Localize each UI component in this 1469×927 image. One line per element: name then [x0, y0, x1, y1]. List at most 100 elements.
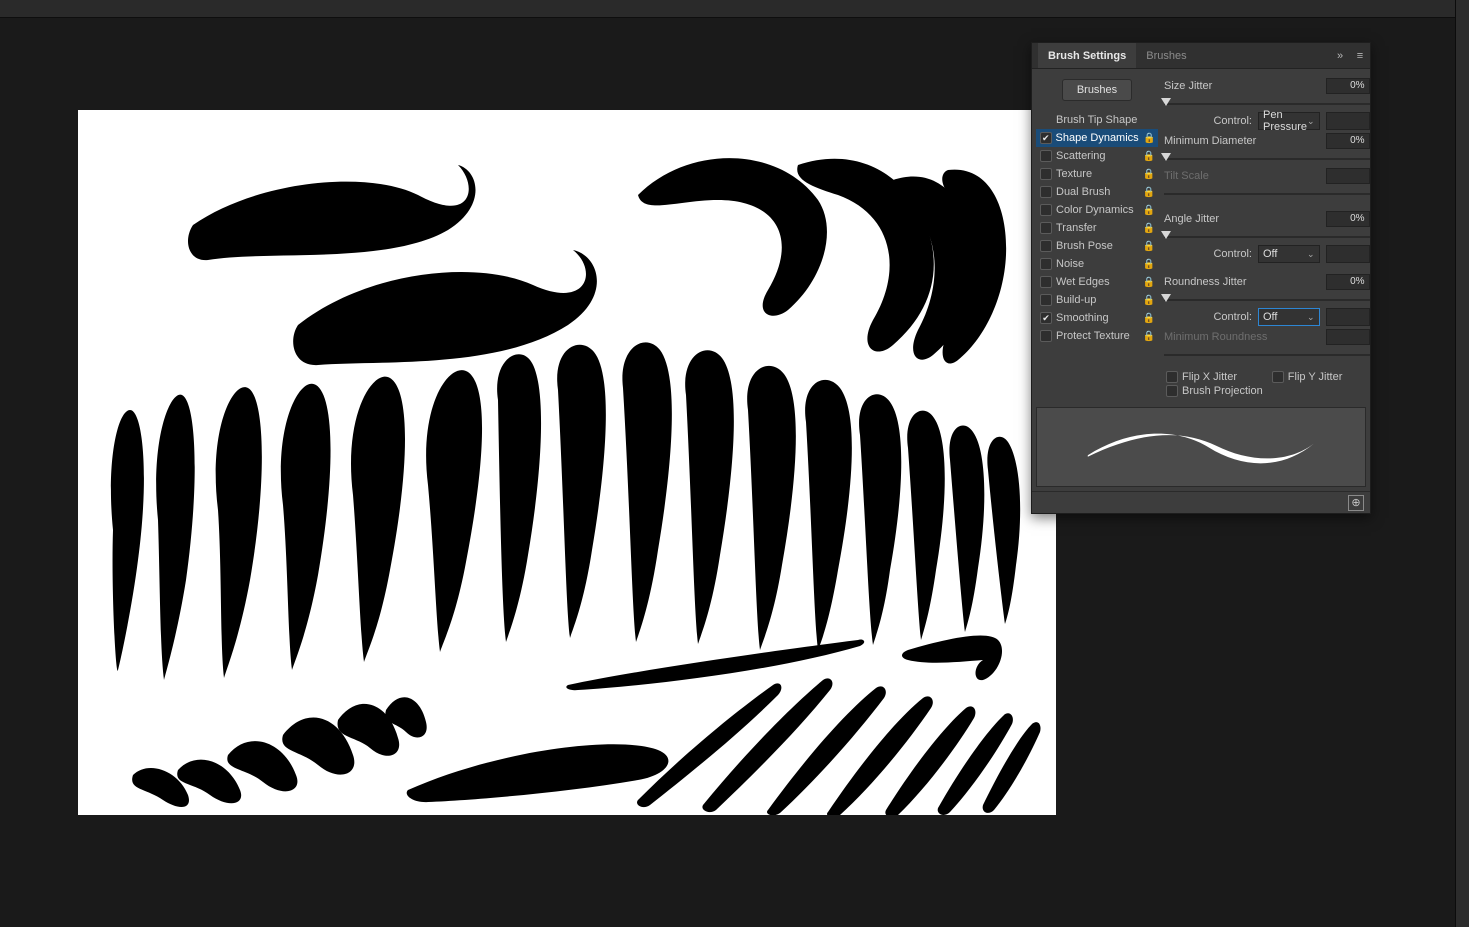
control-label: Control:	[1164, 115, 1252, 127]
category-label: Texture	[1056, 168, 1138, 180]
category-row[interactable]: Smoothing 🔒	[1036, 309, 1158, 327]
control-label: Control:	[1164, 311, 1252, 323]
brush-stroke-preview	[1036, 407, 1366, 487]
category-checkbox[interactable]	[1040, 330, 1052, 342]
category-label: Shape Dynamics	[1056, 132, 1139, 144]
lock-icon[interactable]: 🔒	[1142, 205, 1156, 216]
panel-footer: ⊕	[1032, 491, 1370, 513]
category-checkbox[interactable]	[1040, 204, 1052, 216]
panel-tab-bar: Brush Settings Brushes » ≡	[1032, 43, 1370, 69]
lock-icon[interactable]: 🔒	[1142, 151, 1156, 162]
category-checkbox[interactable]	[1040, 186, 1052, 198]
options-bar	[0, 18, 1469, 32]
tilt-scale-value: .	[1326, 168, 1370, 184]
category-row[interactable]: Brush Pose 🔒	[1036, 237, 1158, 255]
roundness-jitter-label: Roundness Jitter	[1164, 276, 1326, 288]
new-brush-icon[interactable]: ⊕	[1348, 495, 1364, 511]
roundness-control-extra	[1326, 308, 1370, 326]
category-row[interactable]: Protect Texture 🔒	[1036, 327, 1158, 345]
category-checkbox[interactable]	[1040, 222, 1052, 234]
lock-icon[interactable]: 🔒	[1142, 169, 1156, 180]
document-canvas[interactable]	[78, 110, 1056, 815]
tilt-scale-slider	[1164, 188, 1370, 200]
brush-projection-checkbox[interactable]: Brush Projection	[1166, 385, 1264, 397]
flip-y-jitter-checkbox[interactable]: Flip Y Jitter	[1272, 371, 1370, 383]
category-label: Transfer	[1056, 222, 1138, 234]
category-row[interactable]: Transfer 🔒	[1036, 219, 1158, 237]
brush-settings-panel: Brush Settings Brushes » ≡ Brushes Brush…	[1031, 42, 1371, 514]
chevron-down-icon: ⌄	[1307, 249, 1315, 260]
category-row[interactable]: Color Dynamics 🔒	[1036, 201, 1158, 219]
category-row[interactable]: Brush Tip Shape	[1036, 111, 1158, 129]
min-roundness-slider	[1164, 349, 1370, 361]
tab-brushes[interactable]: Brushes	[1136, 43, 1196, 68]
category-checkbox[interactable]	[1040, 258, 1052, 270]
category-checkbox[interactable]	[1040, 276, 1052, 288]
category-row[interactable]: Scattering 🔒	[1036, 147, 1158, 165]
size-jitter-value[interactable]: 0%	[1326, 78, 1370, 94]
size-jitter-label: Size Jitter	[1164, 80, 1326, 92]
control-label: Control:	[1164, 248, 1252, 260]
min-diameter-slider[interactable]	[1164, 153, 1370, 165]
roundness-control-select[interactable]: Off⌄	[1258, 308, 1320, 326]
lock-icon[interactable]: 🔒	[1142, 277, 1156, 288]
shape-dynamics-params: Size Jitter 0% Control: Pen Pressure⌄ Mi…	[1164, 75, 1374, 397]
category-row[interactable]: Shape Dynamics 🔒	[1036, 129, 1158, 147]
lock-icon[interactable]: 🔒	[1142, 295, 1156, 306]
angle-control-select[interactable]: Off⌄	[1258, 245, 1320, 263]
panel-menu-icon[interactable]: ≡	[1350, 50, 1370, 62]
lock-icon[interactable]: 🔒	[1143, 133, 1156, 144]
lock-icon[interactable]: 🔒	[1142, 313, 1156, 324]
category-checkbox[interactable]	[1040, 294, 1052, 306]
min-roundness-value: .	[1326, 329, 1370, 345]
lock-icon[interactable]: 🔒	[1142, 187, 1156, 198]
category-label: Brush Tip Shape	[1056, 114, 1138, 126]
category-checkbox[interactable]	[1040, 240, 1052, 252]
collapse-icon[interactable]: »	[1330, 50, 1350, 62]
min-diameter-label: Minimum Diameter	[1164, 135, 1326, 147]
category-label: Smoothing	[1056, 312, 1138, 324]
category-label: Build-up	[1056, 294, 1138, 306]
category-row[interactable]: Noise 🔒	[1036, 255, 1158, 273]
roundness-jitter-value[interactable]: 0%	[1326, 274, 1370, 290]
category-label: Brush Pose	[1056, 240, 1138, 252]
roundness-jitter-slider[interactable]	[1164, 294, 1370, 306]
category-row[interactable]: Build-up 🔒	[1036, 291, 1158, 309]
category-checkbox[interactable]	[1040, 312, 1052, 324]
chevron-down-icon: ⌄	[1307, 116, 1315, 127]
lock-icon[interactable]: 🔒	[1142, 259, 1156, 270]
category-row[interactable]: Wet Edges 🔒	[1036, 273, 1158, 291]
min-roundness-label: Minimum Roundness	[1164, 331, 1326, 343]
category-label: Scattering	[1056, 150, 1138, 162]
lock-icon[interactable]: 🔒	[1142, 241, 1156, 252]
flip-x-jitter-checkbox[interactable]: Flip X Jitter	[1166, 371, 1264, 383]
category-label: Dual Brush	[1056, 186, 1138, 198]
brush-strokes	[78, 110, 1056, 815]
min-diameter-value[interactable]: 0%	[1326, 133, 1370, 149]
tilt-scale-label: Tilt Scale	[1164, 170, 1326, 182]
category-checkbox[interactable]	[1040, 132, 1052, 144]
lock-icon[interactable]: 🔒	[1142, 331, 1156, 342]
category-row[interactable]: Texture 🔒	[1036, 165, 1158, 183]
brush-category-list: Brushes Brush Tip ShapeShape Dynamics🔒Sc…	[1036, 75, 1158, 397]
window-scrollbar[interactable]	[1455, 0, 1469, 927]
size-jitter-slider[interactable]	[1164, 98, 1370, 110]
category-checkbox[interactable]	[1040, 168, 1052, 180]
brushes-button[interactable]: Brushes	[1062, 79, 1132, 101]
lock-icon[interactable]: 🔒	[1142, 223, 1156, 234]
category-checkbox[interactable]	[1040, 150, 1052, 162]
category-label: Wet Edges	[1056, 276, 1138, 288]
category-row[interactable]: Dual Brush 🔒	[1036, 183, 1158, 201]
size-control-extra	[1326, 112, 1370, 130]
angle-jitter-value[interactable]: 0%	[1326, 211, 1370, 227]
angle-jitter-slider[interactable]	[1164, 231, 1370, 243]
app-title-bar	[0, 0, 1469, 18]
tab-brush-settings[interactable]: Brush Settings	[1038, 43, 1136, 68]
size-control-select[interactable]: Pen Pressure⌄	[1258, 112, 1320, 130]
category-label: Noise	[1056, 258, 1138, 270]
angle-control-extra	[1326, 245, 1370, 263]
chevron-down-icon: ⌄	[1307, 312, 1315, 323]
angle-jitter-label: Angle Jitter	[1164, 213, 1326, 225]
category-label: Protect Texture	[1056, 330, 1138, 342]
category-label: Color Dynamics	[1056, 204, 1138, 216]
